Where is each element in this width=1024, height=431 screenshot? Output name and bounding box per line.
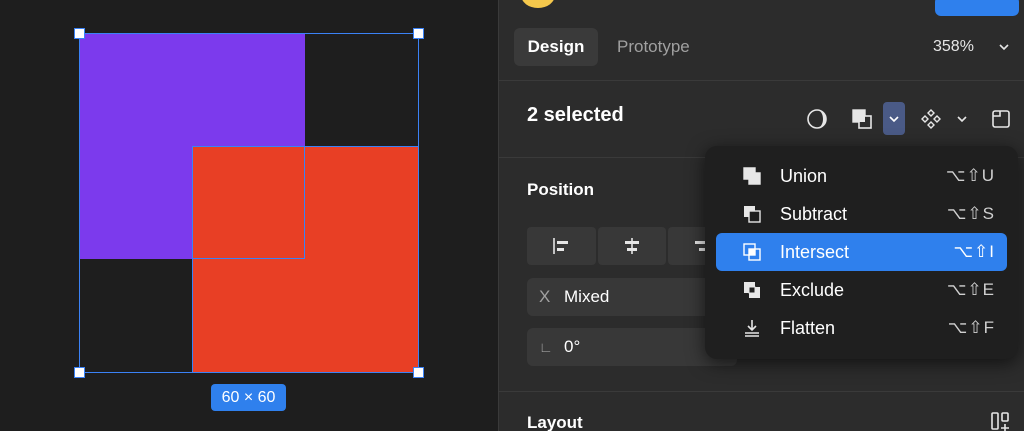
align-left-icon [553, 238, 568, 254]
boolean-operations-menu: Union ⌥⇧U Subtract ⌥⇧S Intersect ⌥⇧I Exc… [705, 146, 1018, 359]
tab-prototype[interactable]: Prototype [617, 28, 690, 66]
chevron-down-icon[interactable] [955, 107, 969, 131]
boolean-dropdown-button[interactable] [883, 102, 905, 135]
x-value: Mixed [564, 287, 610, 306]
union-icon [743, 167, 761, 185]
menu-item-subtract[interactable]: Subtract ⌥⇧S [716, 195, 1007, 233]
frame-icon[interactable] [989, 107, 1013, 131]
boolean-icon[interactable] [850, 107, 874, 131]
rotation-icon: ∟ [539, 339, 553, 355]
size-badge: 60 × 60 [211, 384, 286, 411]
chevron-down-icon [889, 116, 899, 123]
section-title-position: Position [527, 180, 595, 199]
menu-item-flatten[interactable]: Flatten ⌥⇧F [716, 309, 1007, 347]
canvas[interactable]: 60 × 60 [0, 0, 498, 431]
resize-handle-bottom-left[interactable] [74, 367, 85, 378]
auto-layout-icon[interactable] [989, 410, 1013, 431]
menu-item-shortcut: ⌥⇧E [946, 280, 995, 299]
menu-item-label: Intersect [780, 242, 850, 262]
menu-item-label: Union [780, 166, 828, 186]
zoom-level[interactable]: 358% [933, 28, 974, 66]
mask-icon[interactable] [805, 107, 829, 131]
chevron-down-icon[interactable] [997, 38, 1011, 56]
menu-item-intersect[interactable]: Intersect ⌥⇧I [716, 233, 1007, 271]
menu-item-label: Exclude [780, 280, 845, 300]
menu-item-shortcut: ⌥⇧I [953, 242, 995, 261]
resize-handle-top-right[interactable] [413, 28, 424, 39]
menu-item-union[interactable]: Union ⌥⇧U [716, 157, 1007, 195]
align-horizontal-center-icon [624, 238, 639, 254]
menu-item-shortcut: ⌥⇧F [947, 318, 995, 337]
section-title-layout: Layout [527, 413, 583, 431]
menu-item-exclude[interactable]: Exclude ⌥⇧E [716, 271, 1007, 309]
share-button[interactable] [935, 0, 1019, 16]
subtract-icon [744, 206, 761, 223]
align-left-button[interactable] [527, 227, 596, 265]
selection-count: 2 selected [527, 104, 624, 126]
menu-item-shortcut: ⌥⇧S [946, 204, 995, 223]
align-horizontal-center-button[interactable] [597, 227, 667, 265]
menu-item-shortcut: ⌥⇧U [945, 166, 995, 185]
intersect-icon [743, 243, 761, 261]
component-icon[interactable] [919, 107, 943, 131]
menu-item-label: Flatten [780, 318, 836, 338]
resize-handle-top-left[interactable] [74, 28, 85, 39]
exclude-icon [744, 282, 760, 298]
flatten-icon [745, 320, 759, 337]
resize-handle-bottom-right[interactable] [413, 367, 424, 378]
divider [499, 80, 1024, 81]
avatar[interactable] [521, 0, 555, 8]
x-label: X [539, 287, 551, 306]
divider [499, 391, 1024, 392]
rotation-value: 0° [564, 337, 581, 356]
selection-box[interactable] [79, 33, 419, 373]
menu-item-label: Subtract [780, 204, 848, 224]
tab-design[interactable]: Design [514, 28, 598, 66]
